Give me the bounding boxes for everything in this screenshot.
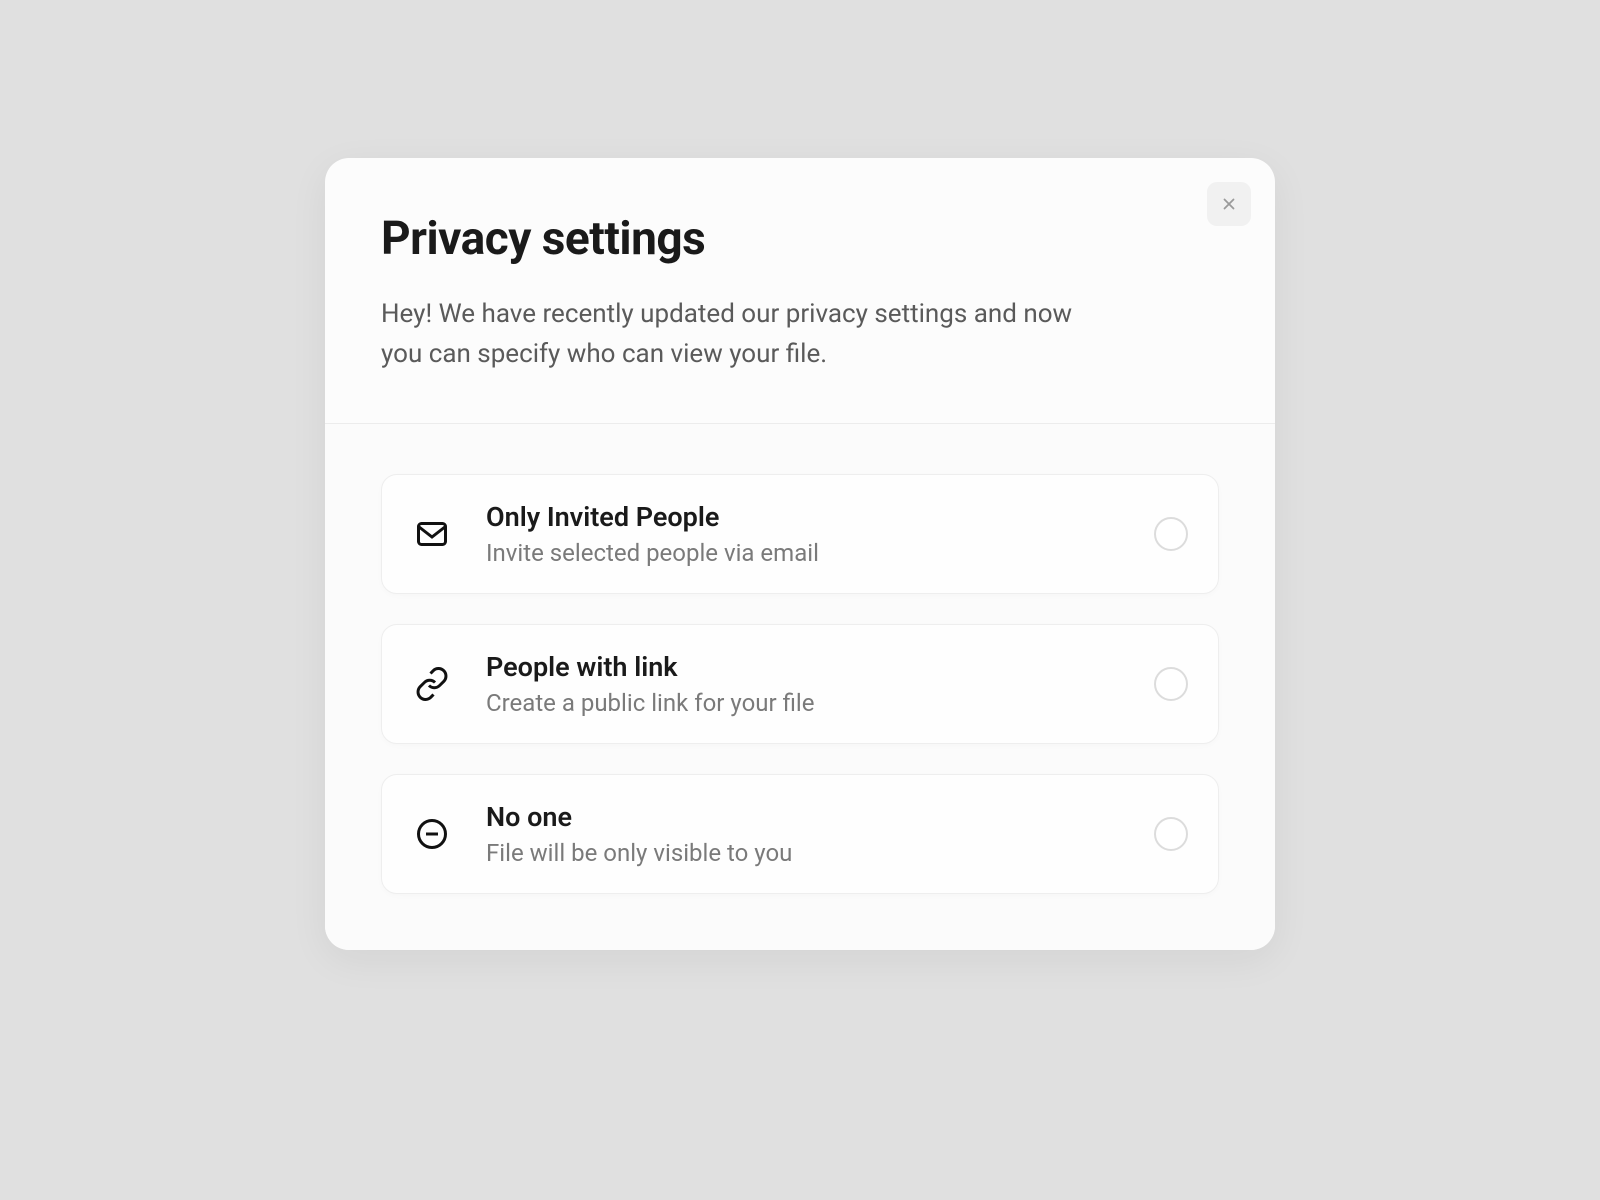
- mail-icon: [412, 514, 452, 554]
- privacy-settings-modal: Privacy settings Hey! We have recently u…: [325, 158, 1275, 950]
- modal-title: Privacy settings: [381, 212, 1219, 266]
- radio-people-with-link[interactable]: [1154, 667, 1188, 701]
- option-people-with-link[interactable]: People with link Create a public link fo…: [381, 624, 1219, 744]
- option-text: No one File will be only visible to you: [486, 801, 1154, 867]
- option-desc: File will be only visible to you: [486, 839, 1154, 867]
- option-text: People with link Create a public link fo…: [486, 651, 1154, 717]
- radio-only-invited[interactable]: [1154, 517, 1188, 551]
- minus-circle-icon: [412, 814, 452, 854]
- option-no-one[interactable]: No one File will be only visible to you: [381, 774, 1219, 894]
- modal-body: Only Invited People Invite selected peop…: [325, 424, 1275, 950]
- option-only-invited[interactable]: Only Invited People Invite selected peop…: [381, 474, 1219, 594]
- modal-header: Privacy settings Hey! We have recently u…: [325, 158, 1275, 424]
- option-title: Only Invited People: [486, 501, 1154, 533]
- option-desc: Create a public link for your file: [486, 689, 1154, 717]
- modal-subtitle: Hey! We have recently updated our privac…: [381, 294, 1101, 375]
- radio-no-one[interactable]: [1154, 817, 1188, 851]
- option-title: People with link: [486, 651, 1154, 683]
- option-text: Only Invited People Invite selected peop…: [486, 501, 1154, 567]
- close-button[interactable]: [1207, 182, 1251, 226]
- close-icon: [1220, 195, 1238, 213]
- link-icon: [412, 664, 452, 704]
- option-desc: Invite selected people via email: [486, 539, 1154, 567]
- option-title: No one: [486, 801, 1154, 833]
